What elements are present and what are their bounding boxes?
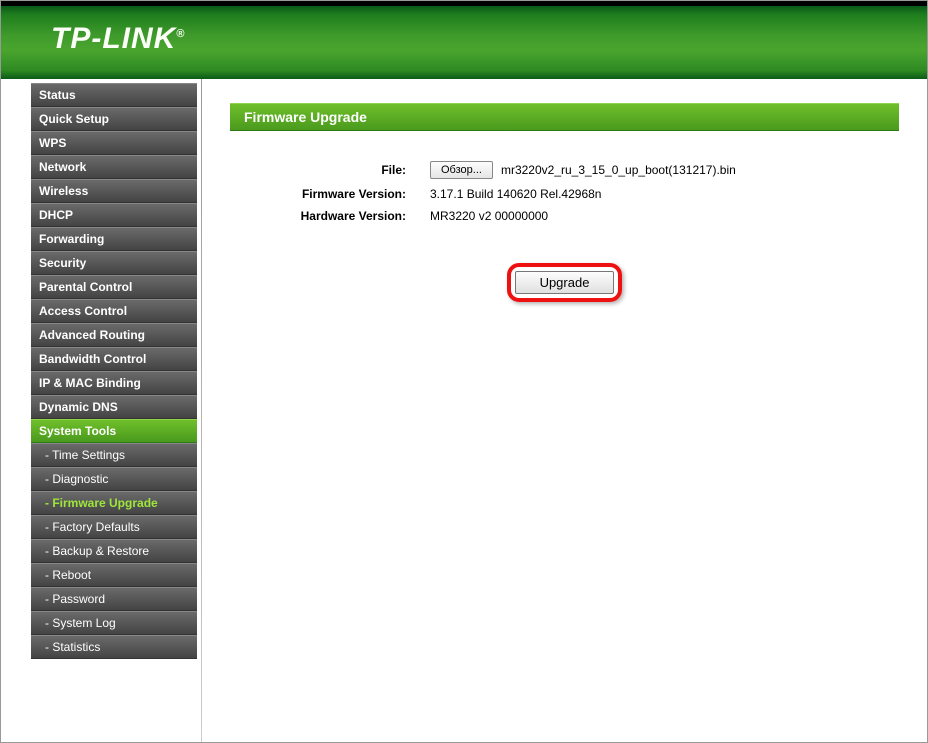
sidebar-item-status[interactable]: Status — [31, 83, 197, 107]
file-name-text: mr3220v2_ru_3_15_0_up_boot(131217).bin — [501, 163, 736, 177]
sidebar-nav: StatusQuick SetupWPSNetworkWirelessDHCPF… — [1, 79, 201, 742]
brand-text: TP-LINK — [51, 22, 176, 55]
sidebar-item-access-control[interactable]: Access Control — [31, 299, 197, 323]
file-label: File: — [230, 163, 430, 177]
sidebar-subitem--reboot[interactable]: - Reboot — [31, 563, 197, 587]
header-bar: TP-LINK® — [1, 1, 927, 79]
firmware-form: File: Обзор... mr3220v2_ru_3_15_0_up_boo… — [230, 161, 899, 223]
firmware-version-label: Firmware Version: — [230, 187, 430, 201]
sidebar-subitem--statistics[interactable]: - Statistics — [31, 635, 197, 659]
browse-button[interactable]: Обзор... — [430, 161, 493, 179]
page-title: Firmware Upgrade — [230, 103, 899, 131]
sidebar-subitem--system-log[interactable]: - System Log — [31, 611, 197, 635]
brand-logo: TP-LINK® — [51, 22, 185, 56]
sidebar-item-system-tools[interactable]: System Tools — [31, 419, 197, 443]
firmware-version-value: 3.17.1 Build 140620 Rel.42968n — [430, 187, 601, 201]
sidebar-item-advanced-routing[interactable]: Advanced Routing — [31, 323, 197, 347]
main-content: Firmware Upgrade File: Обзор... mr3220v2… — [202, 79, 927, 742]
sidebar-subitem--backup-restore[interactable]: - Backup & Restore — [31, 539, 197, 563]
sidebar-subitem--password[interactable]: - Password — [31, 587, 197, 611]
sidebar-item-forwarding[interactable]: Forwarding — [31, 227, 197, 251]
registered-mark: ® — [176, 28, 185, 40]
sidebar-subitem--firmware-upgrade[interactable]: - Firmware Upgrade — [31, 491, 197, 515]
sidebar-subitem--factory-defaults[interactable]: - Factory Defaults — [31, 515, 197, 539]
sidebar-item-quick-setup[interactable]: Quick Setup — [31, 107, 197, 131]
sidebar-item-ip-mac-binding[interactable]: IP & MAC Binding — [31, 371, 197, 395]
sidebar-item-wps[interactable]: WPS — [31, 131, 197, 155]
highlight-annotation: Upgrade — [507, 263, 623, 302]
firmware-version-row: Firmware Version: 3.17.1 Build 140620 Re… — [230, 187, 899, 201]
sidebar-item-dynamic-dns[interactable]: Dynamic DNS — [31, 395, 197, 419]
hardware-version-value: MR3220 v2 00000000 — [430, 209, 548, 223]
sidebar-item-wireless[interactable]: Wireless — [31, 179, 197, 203]
sidebar-subitem--time-settings[interactable]: - Time Settings — [31, 443, 197, 467]
sidebar-item-bandwidth-control[interactable]: Bandwidth Control — [31, 347, 197, 371]
sidebar-item-parental-control[interactable]: Parental Control — [31, 275, 197, 299]
sidebar-item-network[interactable]: Network — [31, 155, 197, 179]
hardware-version-row: Hardware Version: MR3220 v2 00000000 — [230, 209, 899, 223]
sidebar-item-security[interactable]: Security — [31, 251, 197, 275]
sidebar-subitem--diagnostic[interactable]: - Diagnostic — [31, 467, 197, 491]
upgrade-button-wrap: Upgrade — [230, 263, 899, 302]
upgrade-button[interactable]: Upgrade — [515, 271, 615, 294]
sidebar-item-dhcp[interactable]: DHCP — [31, 203, 197, 227]
hardware-version-label: Hardware Version: — [230, 209, 430, 223]
file-row: File: Обзор... mr3220v2_ru_3_15_0_up_boo… — [230, 161, 899, 179]
